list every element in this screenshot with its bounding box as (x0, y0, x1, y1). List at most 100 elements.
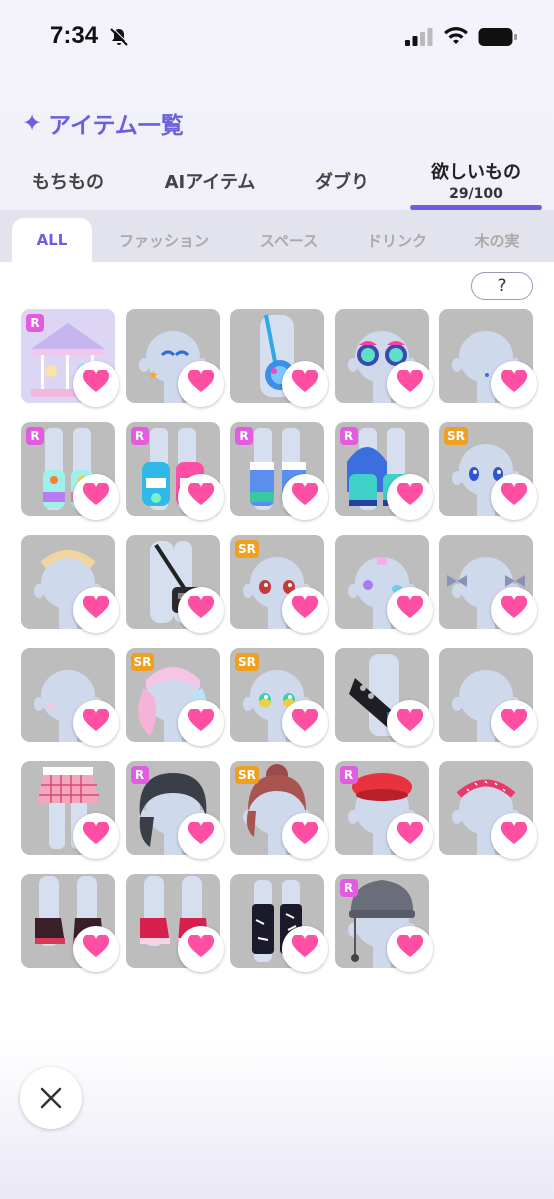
heart-icon (500, 481, 528, 511)
filter-fashion[interactable]: ファッション (104, 218, 224, 262)
status-bar: 7:34 (0, 0, 554, 75)
help-label: ? (497, 276, 507, 296)
wishlist-heart-button[interactable] (386, 361, 433, 407)
wishlist-heart-button[interactable] (491, 813, 537, 859)
item-card[interactable] (439, 535, 537, 633)
wishlist-heart-button[interactable] (177, 361, 224, 407)
item-card[interactable]: SR (439, 422, 537, 520)
wishlist-heart-button[interactable] (282, 587, 328, 633)
wishlist-heart-button[interactable] (73, 926, 119, 972)
item-card[interactable]: SR (230, 761, 328, 859)
item-card[interactable] (21, 648, 119, 746)
wishlist-heart-button[interactable] (386, 587, 433, 633)
wishlist-heart-button[interactable] (73, 813, 119, 859)
item-card[interactable] (334, 535, 433, 633)
heart-icon (500, 368, 528, 398)
item-card[interactable] (125, 535, 224, 633)
tab-wishlist[interactable]: 欲しいもの 29/100 (410, 158, 542, 202)
wishlist-heart-button[interactable] (282, 361, 328, 407)
item-card[interactable] (21, 874, 119, 972)
close-button[interactable] (20, 1067, 82, 1129)
heart-icon (396, 368, 423, 398)
wishlist-heart-button[interactable] (177, 587, 224, 633)
item-card[interactable]: R (334, 422, 433, 520)
rarity-badge: R (26, 427, 44, 445)
heart-icon (187, 933, 214, 963)
item-card[interactable]: R (125, 761, 224, 859)
item-card[interactable] (125, 874, 224, 972)
item-card[interactable] (439, 309, 537, 407)
heart-icon (291, 481, 319, 511)
battery-icon (478, 28, 517, 46)
wishlist-heart-button[interactable] (491, 361, 537, 407)
heart-icon (396, 707, 423, 737)
wishlist-heart-button[interactable] (386, 700, 433, 746)
rarity-badge: SR (235, 653, 259, 671)
item-card[interactable]: SR (230, 535, 328, 633)
item-card[interactable] (439, 761, 537, 859)
wishlist-heart-button[interactable] (386, 474, 433, 520)
filter-label: ドリンク (366, 231, 427, 250)
filter-drink[interactable]: ドリンク (352, 218, 442, 262)
filter-label: スペース (259, 231, 319, 250)
filter-label: ALL (36, 231, 68, 249)
heart-icon (291, 594, 319, 624)
wishlist-heart-button[interactable] (491, 700, 537, 746)
heart-icon (82, 933, 110, 963)
bottom-fade (0, 1040, 554, 1199)
filter-label: 木の実 (474, 231, 520, 250)
wishlist-heart-button[interactable] (386, 926, 433, 972)
rarity-badge: R (339, 766, 358, 784)
heart-icon (187, 368, 214, 398)
item-card[interactable] (21, 761, 119, 859)
item-card[interactable] (334, 648, 433, 746)
wishlist-heart-button[interactable] (73, 361, 119, 407)
rarity-badge: R (130, 766, 149, 784)
sparkle-icon: ✦ (22, 109, 43, 137)
wishlist-heart-button[interactable] (386, 813, 433, 859)
item-card[interactable] (334, 309, 433, 407)
item-card[interactable]: R (230, 422, 328, 520)
item-card[interactable]: SR (230, 648, 328, 746)
help-button[interactable]: ? (471, 272, 533, 300)
heart-icon (291, 368, 319, 398)
wishlist-heart-button[interactable] (282, 813, 328, 859)
wishlist-heart-button[interactable] (73, 587, 119, 633)
rarity-badge: R (130, 427, 149, 445)
item-card[interactable]: R (125, 422, 224, 520)
filter-nuts[interactable]: 木の実 (462, 218, 532, 262)
heart-icon (396, 820, 423, 850)
wishlist-heart-button[interactable] (73, 474, 119, 520)
item-card[interactable]: SR (125, 648, 224, 746)
tab-mochimono[interactable]: もちもの (22, 168, 114, 194)
item-card[interactable] (230, 874, 328, 972)
tab-ai-items[interactable]: AIアイテム (152, 168, 268, 194)
wishlist-heart-button[interactable] (177, 700, 224, 746)
wishlist-heart-button[interactable] (177, 474, 224, 520)
wishlist-heart-button[interactable] (282, 926, 328, 972)
item-card[interactable]: R (21, 309, 119, 407)
wishlist-heart-button[interactable] (282, 700, 328, 746)
item-card[interactable]: R (334, 761, 433, 859)
wishlist-heart-button[interactable] (177, 813, 224, 859)
heart-icon (187, 707, 214, 737)
item-card[interactable] (21, 535, 119, 633)
heart-icon (396, 594, 423, 624)
filter-all[interactable]: ALL (12, 218, 92, 262)
wishlist-heart-button[interactable] (491, 587, 537, 633)
wishlist-heart-button[interactable] (73, 700, 119, 746)
tab-label: AIアイテム (164, 172, 256, 193)
tab-duplicates[interactable]: ダブり (304, 168, 380, 194)
item-card[interactable]: ★★ (125, 309, 224, 407)
item-card[interactable] (230, 309, 328, 407)
wishlist-heart-button[interactable] (282, 474, 328, 520)
item-card[interactable]: R (334, 874, 433, 972)
item-card[interactable]: R (21, 422, 119, 520)
wishlist-heart-button[interactable] (177, 926, 224, 972)
filter-space[interactable]: スペース (244, 218, 334, 262)
rarity-badge: R (26, 314, 44, 332)
tab-label: もちもの (32, 172, 104, 193)
rarity-badge: R (339, 427, 358, 445)
wishlist-heart-button[interactable] (491, 474, 537, 520)
item-card[interactable] (439, 648, 537, 746)
